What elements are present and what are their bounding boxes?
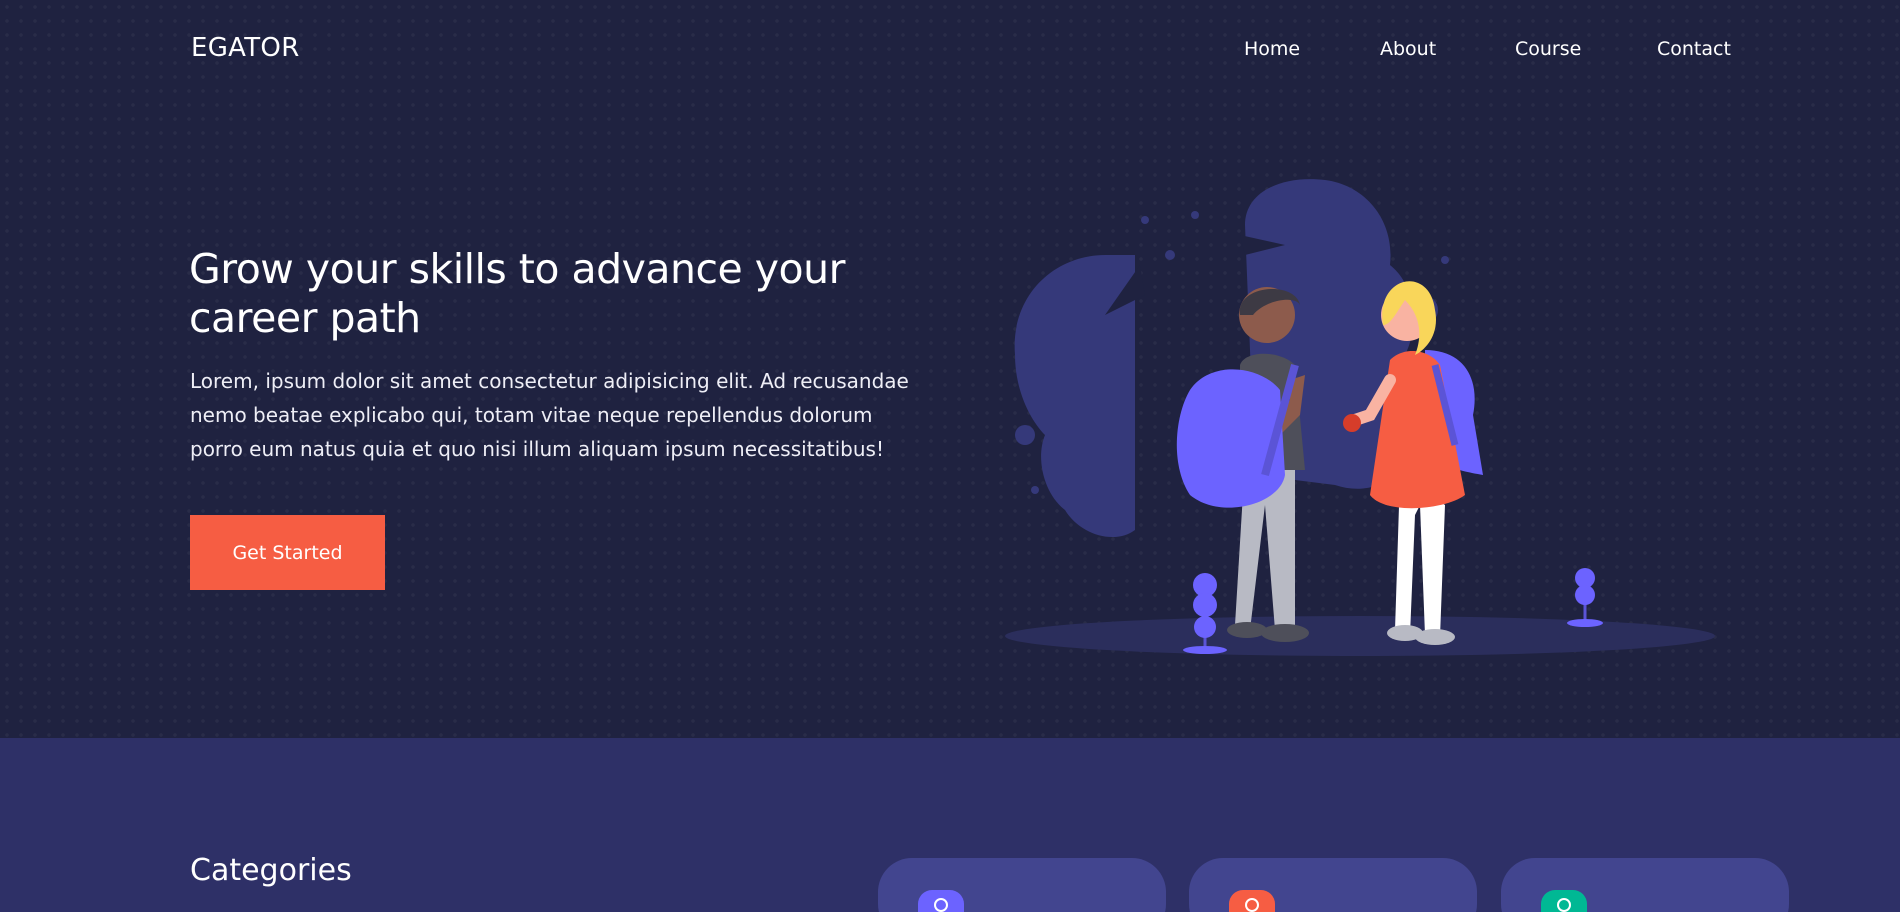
nav-link-about[interactable]: About [1380,38,1436,60]
category-icon [1229,890,1275,912]
left-bush [1014,255,1135,538]
category-card[interactable] [1189,858,1477,912]
hero-description: Lorem, ipsum dolor sit amet consectetur … [190,369,909,461]
category-icon [918,890,964,912]
category-card[interactable] [1501,858,1789,912]
students-illustration [1005,179,1715,656]
nav-link-home[interactable]: Home [1244,38,1300,60]
category-icon [1541,890,1587,912]
ground-shadow [1005,616,1715,656]
nav-link-contact[interactable]: Contact [1657,38,1731,60]
category-card[interactable] [878,858,1166,912]
main-nav: Home About Course Contact [0,38,1900,68]
get-started-button[interactable]: Get Started [190,515,385,590]
plant-right [1567,568,1603,627]
hero-title: Grow your skills to advance your career … [189,245,845,342]
hero-section: EGATOR Home About Course Contact Grow yo… [0,0,1900,738]
nav-link-course[interactable]: Course [1515,38,1581,60]
categories-title: Categories [190,853,352,888]
